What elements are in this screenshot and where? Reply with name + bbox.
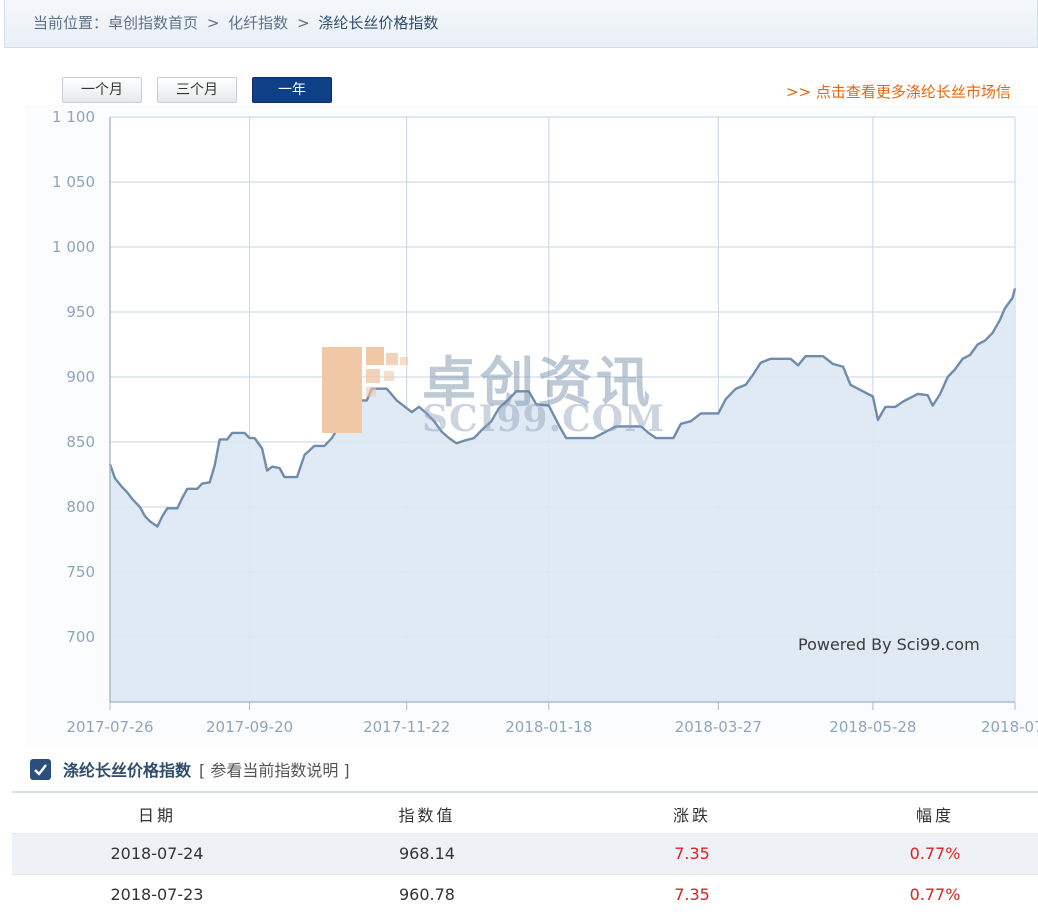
cell-change: 7.35 [552, 832, 832, 874]
y-tick-label: 1 100 [52, 108, 95, 126]
col-header-pct: 幅度 [915, 805, 954, 825]
breadcrumb: 当前位置：卓创指数首页 > 化纤指数 > 涤纶长丝价格指数 [4, 0, 1038, 48]
y-tick-label: 900 [66, 368, 95, 386]
check-icon [34, 763, 47, 776]
index-data-table: 日期 指数值 涨跌 幅度 2018-07-24 968.14 7.35 0.77… [12, 795, 1038, 915]
y-tick-label: 950 [66, 303, 95, 321]
cell-pct: 0.77% [832, 832, 1038, 874]
y-tick-label: 800 [66, 498, 95, 516]
table-header-row: 日期 指数值 涨跌 幅度 [12, 795, 1038, 833]
x-tick-label: 2017-07-26 [66, 718, 153, 736]
x-tick-label: 2018-01-18 [505, 718, 592, 736]
cell-value: 968.14 [302, 832, 552, 874]
col-header-date: 日期 [137, 805, 176, 825]
col-header-change: 涨跌 [672, 805, 711, 825]
x-tick-label: 2017-11-22 [363, 718, 450, 736]
breadcrumb-current: 涤纶长丝价格指数 [318, 14, 439, 32]
x-tick-label: 2018-03-27 [675, 718, 762, 736]
y-tick-label: 1 050 [52, 173, 95, 191]
breadcrumb-link-home[interactable]: 卓创指数首页 [108, 14, 198, 32]
col-header-value: 指数值 [398, 805, 456, 825]
y-tick-label: 1 000 [52, 238, 95, 256]
cell-date: 2018-07-24 [12, 832, 302, 874]
table-divider [12, 791, 1038, 793]
y-tick-label: 700 [66, 628, 95, 646]
more-market-info-link[interactable]: >> 点击查看更多涤纶长丝市场信 [786, 81, 1038, 102]
cell-change: 7.35 [552, 873, 832, 915]
y-tick-label: 850 [66, 433, 95, 451]
x-tick-label: 2018-07- [981, 718, 1038, 736]
index-explain-link[interactable]: [ 参看当前指数说明 ] [199, 757, 350, 781]
breadcrumb-link-fiber[interactable]: 化纤指数 [228, 14, 288, 32]
range-3-month-button[interactable]: 三个月 [157, 77, 237, 103]
cell-value: 960.78 [302, 873, 552, 915]
series-name-label: 涤纶长丝价格指数 [63, 761, 192, 780]
powered-by-credit: Powered By Sci99.com [798, 635, 980, 654]
range-1-month-button[interactable]: 一个月 [62, 77, 142, 103]
x-tick-label: 2017-09-20 [206, 718, 293, 736]
table-row: 2018-07-24 968.14 7.35 0.77% [12, 832, 1038, 874]
breadcrumb-prefix: 当前位置： [33, 14, 109, 32]
series-legend: 涤纶长丝价格指数 [ 参看当前指数说明 ] [30, 752, 350, 786]
range-1-year-button[interactable]: 一年 [252, 77, 332, 103]
breadcrumb-separator: > [296, 14, 310, 32]
breadcrumb-separator: > [206, 14, 220, 32]
x-tick-label: 2018-05-28 [829, 718, 916, 736]
table-row: 2018-07-23 960.78 7.35 0.77% [12, 873, 1038, 915]
cell-pct: 0.77% [832, 873, 1038, 915]
series-toggle-checkbox[interactable] [30, 758, 51, 780]
y-tick-label: 750 [66, 563, 95, 581]
cell-date: 2018-07-23 [12, 873, 302, 915]
